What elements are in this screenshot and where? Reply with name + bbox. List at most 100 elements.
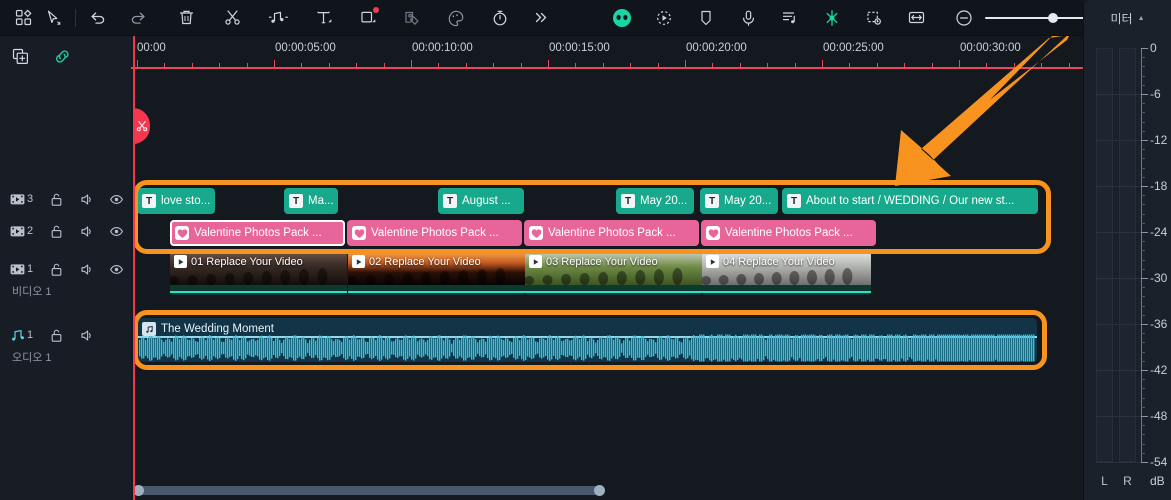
link-icon[interactable] xyxy=(53,48,72,65)
color-match-icon[interactable] xyxy=(397,3,427,33)
playhead[interactable] xyxy=(133,36,135,500)
track-row-video[interactable]: 01 Replace Your Video 02 Replace Your Vid… xyxy=(131,252,1083,295)
split-scissors-icon[interactable] xyxy=(217,3,247,33)
sticker-clip-icon xyxy=(352,226,366,240)
sticker-clip-icon xyxy=(175,226,189,240)
track-header-video-track-1[interactable]: 1 비디오 1 xyxy=(0,258,131,299)
track-row-text[interactable]: Tlove sto... T Ma... T August ... T May 20... T… xyxy=(131,188,1083,214)
sticker-clip[interactable]: Valentine Photos Pack ... xyxy=(170,220,345,246)
redo-icon[interactable] xyxy=(123,3,153,33)
text-clip[interactable]: T August ... xyxy=(438,188,524,214)
track-name-label: 오디오 1 xyxy=(12,352,52,364)
lock-icon[interactable] xyxy=(41,262,71,277)
zoom-slider-knob[interactable] xyxy=(1048,12,1058,23)
track-name-label: 비디오 1 xyxy=(12,286,52,298)
video-track-icon: 3 xyxy=(10,193,41,206)
select-tool-icon[interactable] xyxy=(38,3,68,33)
motion-tracking-icon[interactable] xyxy=(649,3,679,33)
split-at-playhead-button[interactable] xyxy=(133,108,150,144)
meter-title: 미터 xyxy=(1110,11,1133,26)
green-screen-icon[interactable] xyxy=(859,3,889,33)
timeline-horizontal-scrollbar[interactable] xyxy=(131,485,1083,496)
meter-tick-minor xyxy=(1141,342,1145,344)
meter-tick-minor xyxy=(1141,259,1145,261)
ai-portrait-icon[interactable] xyxy=(607,3,637,33)
sticker-clip-icon xyxy=(529,226,543,240)
meter-tick-minor xyxy=(1141,213,1145,215)
video-clip[interactable]: 04 Replace Your Video xyxy=(702,252,871,295)
delete-icon[interactable] xyxy=(171,3,201,33)
track-header-controls: 1 xyxy=(0,258,131,280)
zoom-slider-track[interactable] xyxy=(985,12,1097,23)
meter-tick xyxy=(1141,94,1148,95)
audio-meter-panel: 미터 ▲ 0 -6 -12 -18 -24 -30 -36 -42 -48 -54 L R dB xyxy=(1083,0,1171,500)
scrollbar-thumb[interactable] xyxy=(133,485,605,496)
sticker-clip[interactable]: Valentine Photos Pack ... xyxy=(701,220,876,246)
visibility-eye-icon[interactable] xyxy=(101,262,131,277)
audio-detach-icon[interactable] xyxy=(263,3,293,33)
track-header-audio-track-1[interactable]: 1 오디오 1 xyxy=(0,324,131,365)
ruler-tick xyxy=(685,60,686,67)
meter-tick-minor xyxy=(1141,222,1145,224)
track-header-video-track-2[interactable]: 2 xyxy=(0,220,131,242)
track-header-video-track-3[interactable]: 3 xyxy=(0,188,131,210)
auto-beat-sync-icon[interactable] xyxy=(775,3,805,33)
text-clip[interactable]: Tlove sto... xyxy=(137,188,215,214)
timeline-area[interactable]: 00:00 00:00:05:00 00:00:10:00 00:00:15:00 00… xyxy=(131,36,1083,500)
mute-icon[interactable] xyxy=(71,224,101,239)
more-chevrons-icon[interactable] xyxy=(525,3,555,33)
add-track-icon[interactable] xyxy=(12,48,29,65)
meter-gridline xyxy=(1096,324,1141,325)
sticker-clip[interactable]: Valentine Photos Pack ... xyxy=(347,220,522,246)
meter-tick-minor xyxy=(1141,75,1145,77)
speed-timer-icon[interactable] xyxy=(485,3,515,33)
meter-unit-label: dB xyxy=(1150,474,1165,488)
meter-bar-right xyxy=(1119,48,1136,462)
text-tool-icon[interactable] xyxy=(309,3,339,33)
ruler-time-label: 00:00:05:00 xyxy=(275,42,336,54)
mute-icon[interactable] xyxy=(71,328,101,343)
meter-scale-label: -42 xyxy=(1150,363,1168,377)
lock-icon[interactable] xyxy=(41,224,71,239)
mute-icon[interactable] xyxy=(71,192,101,207)
track-row-sticker[interactable]: Valentine Photos Pack ... Valentine Photo… xyxy=(131,220,1083,246)
marker-icon[interactable] xyxy=(691,3,721,33)
track-row-audio[interactable]: The Wedding Moment xyxy=(131,318,1083,362)
meter-tick xyxy=(1141,278,1148,279)
mute-icon[interactable] xyxy=(71,262,101,277)
chevron-up-icon[interactable]: ▲ xyxy=(1138,15,1145,22)
video-clip[interactable]: 03 Replace Your Video xyxy=(525,252,702,295)
meter-panel-header[interactable]: 미터 ▲ xyxy=(1084,0,1171,36)
ruler-time-label: 00:00:20:00 xyxy=(686,42,747,54)
visibility-eye-icon[interactable] xyxy=(101,224,131,239)
visibility-eye-icon[interactable] xyxy=(101,192,131,207)
lock-icon[interactable] xyxy=(41,328,71,343)
text-clip[interactable]: T Ma... xyxy=(284,188,338,214)
media-library-icon[interactable] xyxy=(8,3,38,33)
video-clip[interactable]: 01 Replace Your Video xyxy=(170,252,347,295)
text-clip[interactable]: T May 20... xyxy=(700,188,778,214)
text-clip[interactable]: T About to start / WEDDING / Our new st..… xyxy=(782,188,1038,214)
meter-tick xyxy=(1141,324,1148,325)
meter-tick-minor xyxy=(1141,112,1145,114)
color-palette-icon[interactable] xyxy=(441,3,471,33)
zoom-out-icon[interactable] xyxy=(949,3,979,33)
clip-label: Valentine Photos Pack ... xyxy=(725,227,853,239)
undo-icon[interactable] xyxy=(83,3,113,33)
meter-gridline xyxy=(1096,232,1141,233)
record-voiceover-icon[interactable] xyxy=(733,3,763,33)
video-clip[interactable]: 02 Replace Your Video xyxy=(348,252,525,295)
lock-icon[interactable] xyxy=(41,192,71,207)
text-clip[interactable]: T May 20... xyxy=(616,188,694,214)
ruler-time-label: 00:00:30:00 xyxy=(960,42,1021,54)
meter-tick-minor xyxy=(1141,167,1145,169)
meter-tick-minor xyxy=(1141,296,1145,298)
ruler-tick xyxy=(411,60,412,67)
fit-to-timeline-icon[interactable] xyxy=(901,3,931,33)
scrollbar-handle-right[interactable] xyxy=(594,485,605,496)
sticker-clip[interactable]: Valentine Photos Pack ... xyxy=(524,220,699,246)
audio-clip[interactable]: The Wedding Moment xyxy=(137,318,1037,362)
timeline-ruler[interactable]: 00:00 00:00:05:00 00:00:10:00 00:00:15:00 00… xyxy=(131,36,1083,71)
keyframe-icon[interactable] xyxy=(817,3,847,33)
crop-icon[interactable] xyxy=(353,3,383,33)
